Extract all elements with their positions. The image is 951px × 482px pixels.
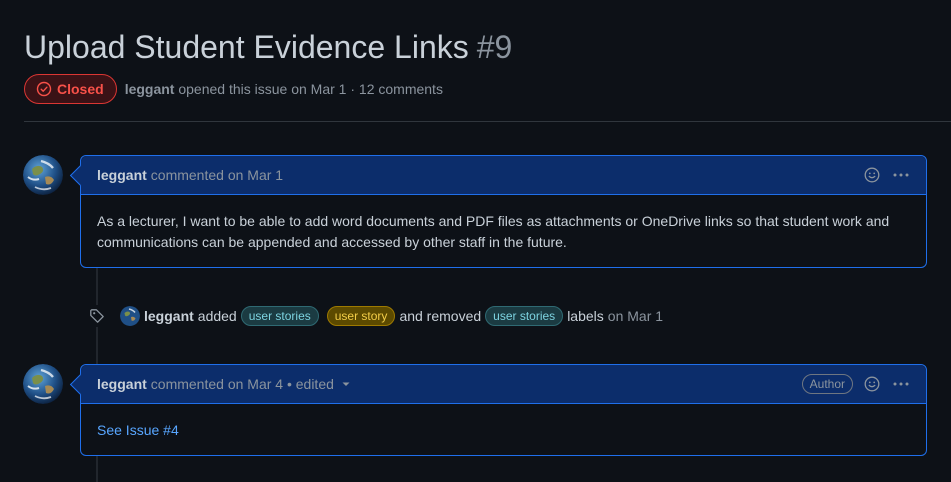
comment-header: leggant commented on Mar 1	[81, 156, 926, 195]
timeline-connector	[96, 456, 98, 482]
add-reaction-button[interactable]	[864, 376, 880, 392]
edit-history-dropdown[interactable]	[341, 376, 351, 392]
add-reaction-button[interactable]	[864, 167, 880, 183]
event-added-text: added	[197, 308, 237, 324]
status-badge: Closed	[24, 74, 117, 104]
comment-actions: Author	[801, 374, 910, 394]
comment-card: leggant commented on Mar 1 As a lecturer	[80, 155, 927, 268]
label-chip[interactable]: user story	[326, 306, 396, 326]
issue-reference-link[interactable]: See Issue #4	[97, 422, 179, 438]
more-options-button[interactable]	[892, 376, 910, 392]
issue-title: Upload Student Evidence Links #9	[24, 28, 512, 66]
event-suffix: labels	[567, 308, 604, 324]
comment-body: See Issue #4	[81, 404, 926, 457]
avatar[interactable]	[23, 364, 63, 404]
comment-meta[interactable]: commented on Mar 4 • edited	[151, 376, 334, 392]
issue-meta-text: leggant opened this issue on Mar 1 · 12 …	[125, 81, 443, 97]
label-chip[interactable]: user stories	[240, 306, 319, 326]
mini-avatar[interactable]	[120, 306, 140, 326]
issue-number: #9	[476, 29, 513, 65]
more-options-button[interactable]	[892, 167, 910, 183]
issue-author-link[interactable]: leggant	[125, 81, 175, 97]
issue-closed-icon	[36, 81, 52, 97]
kebab-horizontal-icon	[893, 173, 909, 177]
avatar[interactable]	[23, 155, 63, 195]
label-event: leggant added user stories user story an…	[86, 304, 663, 328]
smiley-icon	[864, 376, 880, 392]
event-author-link[interactable]: leggant	[144, 308, 194, 324]
smiley-icon	[864, 167, 880, 183]
event-date[interactable]: on Mar 1	[608, 308, 663, 324]
issue-meta: Closed leggant opened this issue on Mar …	[24, 73, 443, 105]
issue-title-text: Upload Student Evidence Links	[24, 29, 469, 65]
caret-down-icon	[342, 382, 350, 386]
label-chip[interactable]: user stories	[485, 306, 564, 326]
comment-author-link[interactable]: leggant	[97, 167, 147, 183]
earth-avatar-icon	[23, 155, 63, 195]
earth-avatar-icon	[120, 306, 140, 326]
event-removed-text: and removed	[399, 308, 482, 324]
tag-icon	[86, 305, 108, 327]
comment-body: As a lecturer, I want to be able to add …	[97, 213, 890, 250]
author-badge: Author	[801, 374, 853, 394]
issue-opened-text: opened this issue on Mar 1 · 12 comments	[178, 81, 443, 97]
comment-card: leggant commented on Mar 4 • edited Auth…	[80, 364, 927, 456]
earth-avatar-icon	[23, 364, 63, 404]
tag-glyph	[90, 309, 104, 323]
status-label: Closed	[57, 81, 104, 97]
comment-meta[interactable]: commented on Mar 1	[151, 167, 283, 183]
comment-author-link[interactable]: leggant	[97, 376, 147, 392]
header-divider	[24, 121, 951, 122]
comment-header: leggant commented on Mar 4 • edited Auth…	[81, 365, 926, 404]
comment-actions	[864, 167, 910, 183]
kebab-horizontal-icon	[893, 382, 909, 386]
